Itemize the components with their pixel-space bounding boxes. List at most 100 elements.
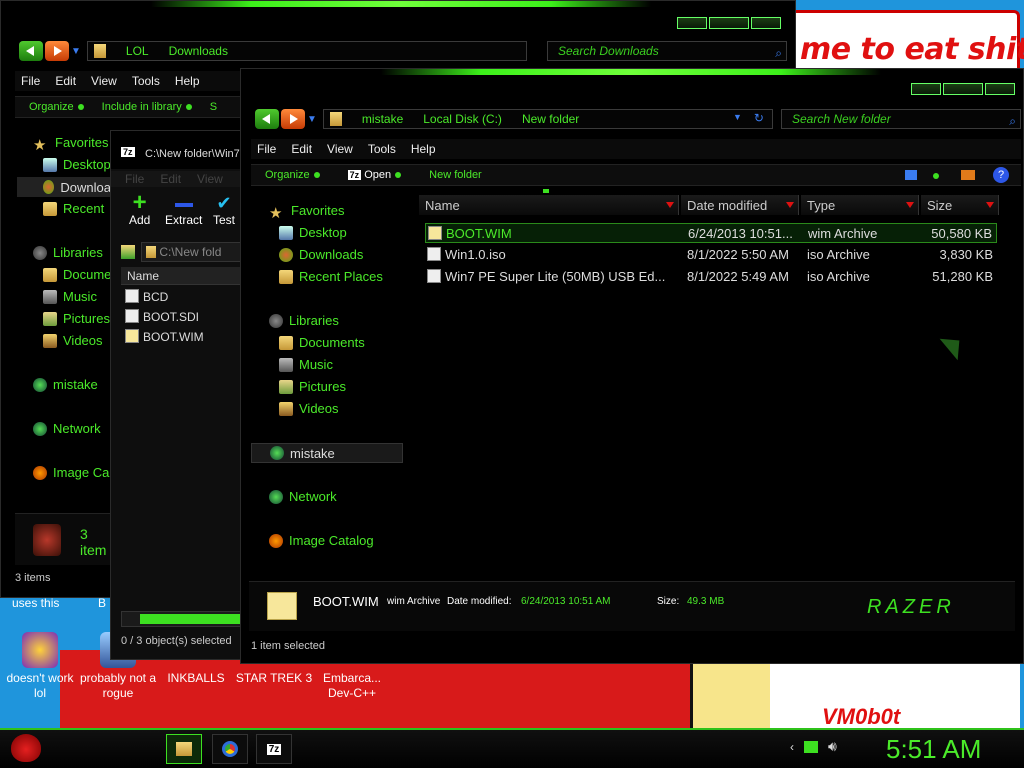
history-dropdown-icon[interactable]: ▼ [307, 114, 317, 125]
column-filter-icon[interactable] [666, 202, 674, 208]
history-dropdown-icon[interactable]: ▼ [71, 46, 81, 57]
menu-view[interactable]: View [327, 142, 353, 156]
organize-button[interactable]: Organize [29, 101, 84, 113]
maximize-button[interactable] [943, 83, 983, 95]
7zip-window[interactable]: 7z C:\New folder\Win7 File Edit View + A… [110, 130, 251, 660]
maximize-button[interactable] [709, 17, 749, 29]
test-button[interactable]: ✔ Test [213, 193, 235, 227]
column-header-name[interactable]: Name [121, 267, 251, 285]
nav-desktop[interactable]: Desktop [279, 225, 347, 240]
share-button[interactable]: S [210, 101, 217, 113]
menu-edit[interactable]: Edit [291, 142, 312, 156]
nav-homegroup[interactable]: mistake [33, 377, 98, 392]
minimize-button[interactable] [677, 17, 707, 29]
menu-edit[interactable]: Edit [55, 74, 76, 88]
taskbar-chrome-button[interactable] [212, 734, 248, 764]
path-input[interactable]: C:\New fold [141, 242, 251, 262]
list-item[interactable]: BOOT.SDI [125, 309, 204, 329]
nav-music[interactable]: Music [43, 289, 97, 304]
nav-downloads[interactable]: Downloa [17, 177, 111, 197]
nav-image-catalog[interactable]: Image Catalog [269, 533, 374, 548]
volume-icon[interactable]: 🔊︎ [828, 738, 837, 755]
nav-network[interactable]: Network [269, 489, 337, 504]
nav-favorites[interactable]: ★ Favorites [33, 135, 108, 154]
address-bar[interactable]: LOL Downloads [86, 41, 527, 61]
column-filter-icon[interactable] [986, 202, 994, 208]
action-center-icon[interactable] [804, 740, 818, 753]
scrollbar-thumb[interactable] [140, 614, 250, 624]
nav-recent[interactable]: Recent [43, 201, 104, 216]
breadcrumb-item[interactable]: LOL [126, 44, 149, 58]
nav-network[interactable]: Network [33, 421, 101, 436]
nav-documents[interactable]: Docume [43, 267, 111, 282]
menu-tools[interactable]: Tools [368, 142, 396, 156]
nav-videos[interactable]: Videos [279, 401, 339, 416]
new-folder-button[interactable]: New folder [429, 169, 482, 181]
nav-music[interactable]: Music [279, 357, 333, 372]
breadcrumb-item[interactable]: Local Disk (C:) [423, 112, 502, 126]
address-bar[interactable]: mistake Local Disk (C:) New folder ▼ ↻ [322, 109, 773, 129]
nav-image-catalog[interactable]: Image Ca [33, 465, 109, 480]
column-header-type[interactable]: Type [801, 195, 919, 215]
menu-edit[interactable]: Edit [160, 172, 181, 186]
menu-file[interactable]: File [21, 74, 40, 88]
back-button[interactable] [255, 109, 279, 129]
column-header-date[interactable]: Date modified [681, 195, 799, 215]
minimize-button[interactable] [911, 83, 941, 95]
help-icon[interactable]: ? [993, 167, 1009, 183]
nav-favorites[interactable]: ★ Favorites [269, 203, 344, 222]
preview-pane-icon[interactable] [961, 170, 975, 180]
column-header-size[interactable]: Size [921, 195, 999, 215]
column-filter-icon[interactable] [786, 202, 794, 208]
open-button[interactable]: 7z Open [347, 169, 402, 181]
menu-file[interactable]: File [257, 142, 276, 156]
menu-file[interactable]: File [125, 172, 144, 186]
back-button[interactable] [19, 41, 43, 61]
start-button[interactable] [8, 732, 44, 766]
column-header-name[interactable]: Name [419, 195, 679, 215]
menu-help[interactable]: Help [411, 142, 436, 156]
taskbar-explorer-button[interactable] [166, 734, 202, 764]
nav-libraries[interactable]: Libraries [33, 245, 103, 260]
folder-up-icon[interactable] [121, 245, 135, 259]
breadcrumb-item[interactable]: Downloads [169, 44, 228, 58]
nav-libraries[interactable]: Libraries [269, 313, 339, 328]
nav-videos[interactable]: Videos [43, 333, 103, 348]
nav-documents[interactable]: Documents [279, 335, 365, 350]
nav-downloads[interactable]: Downloads [279, 247, 363, 262]
view-options-icon[interactable] [905, 170, 917, 180]
forward-button[interactable] [281, 109, 305, 129]
search-icon[interactable]: ⌕ [775, 44, 782, 62]
menu-tools[interactable]: Tools [132, 74, 160, 88]
refresh-icon[interactable]: ↻ [754, 111, 764, 125]
close-button[interactable] [751, 17, 781, 29]
nav-pictures[interactable]: Pictures [279, 379, 346, 394]
breadcrumb-item[interactable]: New folder [522, 112, 579, 126]
forward-button[interactable] [45, 41, 69, 61]
menu-view[interactable]: View [197, 172, 223, 186]
nav-desktop[interactable]: Desktop [43, 157, 111, 172]
taskbar-7zip-button[interactable]: 7z [256, 734, 292, 764]
organize-button[interactable]: Organize [265, 169, 320, 181]
list-item[interactable]: BOOT.WIM [125, 329, 204, 349]
nav-homegroup[interactable]: mistake [251, 443, 403, 463]
table-row[interactable]: Win1.0.iso 8/1/2022 5:50 AM iso Archive … [425, 245, 997, 265]
close-button[interactable] [985, 83, 1015, 95]
search-input[interactable]: Search Downloads ⌕ [547, 41, 787, 61]
table-row[interactable]: Win7 PE Super Lite (50MB) USB Ed... 8/1/… [425, 267, 997, 287]
address-dropdown-icon[interactable]: ▼ [733, 112, 742, 122]
extract-button[interactable]: Extract [165, 193, 202, 227]
search-input[interactable]: Search New folder ⌕ [781, 109, 1021, 129]
breadcrumb-item[interactable]: mistake [362, 112, 403, 126]
nav-pictures[interactable]: Pictures [43, 311, 110, 326]
include-in-library-button[interactable]: Include in library [102, 101, 192, 113]
show-hidden-icons-icon[interactable]: ‹ [790, 740, 794, 754]
add-button[interactable]: + Add [129, 191, 150, 228]
view-dropdown-icon[interactable] [933, 173, 939, 179]
nav-recent-places[interactable]: Recent Places [279, 269, 383, 284]
desktop-icon-yahoo[interactable]: doesn't work lol [0, 632, 80, 701]
search-icon[interactable]: ⌕ [1009, 112, 1016, 130]
menu-help[interactable]: Help [175, 74, 200, 88]
menu-view[interactable]: View [91, 74, 117, 88]
column-filter-icon[interactable] [906, 202, 914, 208]
